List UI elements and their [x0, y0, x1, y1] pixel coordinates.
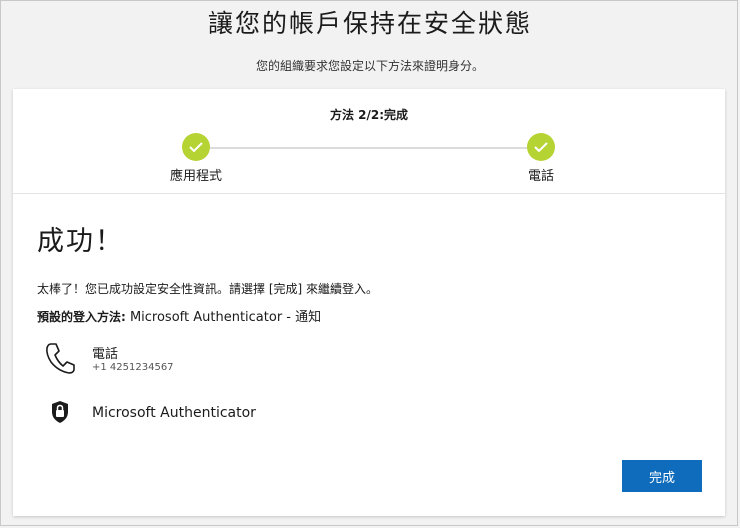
- authenticator-method-name: Microsoft Authenticator: [92, 405, 256, 421]
- setup-card: 方法 2/2:完成 應用程式 電話 成功！ 太棒了！您已成功設定安全性資訊。請選…: [13, 89, 725, 516]
- step-name-app: 應用程式: [169, 169, 222, 184]
- checkmark-icon: [534, 142, 548, 153]
- success-heading: 成功！: [37, 226, 124, 257]
- step-check-phone: [527, 133, 555, 161]
- default-method-label: 預設的登入方法:: [37, 310, 126, 324]
- step-check-app: [182, 133, 210, 161]
- phone-method-name: 電話: [92, 347, 119, 362]
- default-method-value: Microsoft Authenticator - 通知: [125, 310, 322, 325]
- progress-line: [210, 147, 542, 149]
- step-label: 方法 2/2:完成: [329, 108, 409, 122]
- checkmark-icon: [189, 142, 203, 153]
- phone-method-number: +1 4251234567: [92, 362, 174, 373]
- page-subtitle: 您的組織要求您設定以下方法來證明身分。: [255, 59, 484, 73]
- phone-icon: [44, 341, 76, 379]
- step-name-phone: 電話: [527, 169, 554, 184]
- default-method: 預設的登入方法: Microsoft Authenticator - 通知: [37, 306, 321, 325]
- done-button[interactable]: 完成: [622, 460, 702, 492]
- authenticator-lock-icon: [50, 400, 70, 428]
- success-message: 太棒了！您已成功設定安全性資訊。請選擇 [完成] 來繼續登入。: [37, 282, 378, 296]
- progress-header: 方法 2/2:完成 應用程式 電話: [13, 89, 725, 194]
- page-title: 讓您的帳戶保持在安全狀態: [207, 9, 532, 38]
